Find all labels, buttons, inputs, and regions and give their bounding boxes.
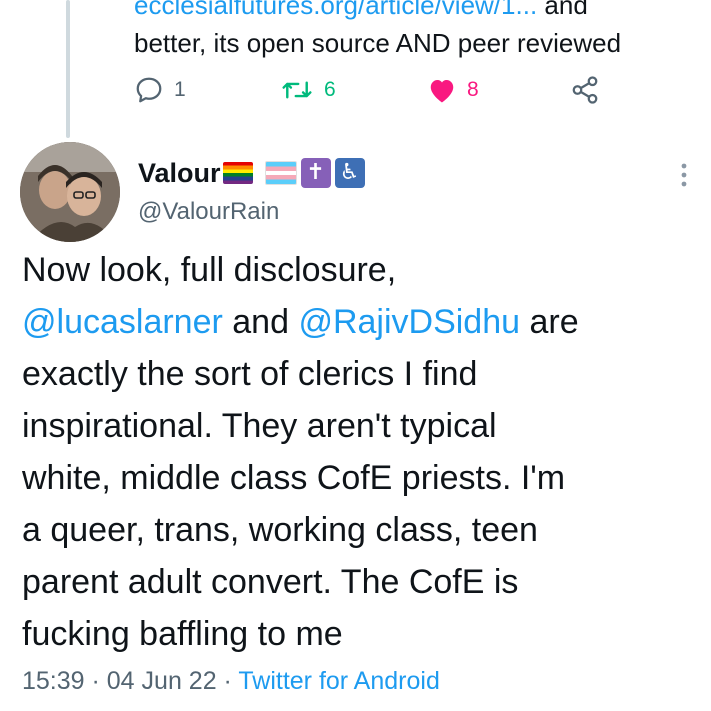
- reply-button[interactable]: 1: [134, 70, 186, 110]
- tweet-line: parent adult convert. The CofE is: [22, 563, 519, 601]
- wheelchair-icon: ♿: [334, 158, 365, 188]
- mention-lucaslarner[interactable]: @lucaslarner: [22, 303, 223, 341]
- previous-tweet-line-1: ecclesialfutures.org/article/view/1... a…: [134, 0, 694, 24]
- retweet-count: 6: [324, 78, 336, 101]
- reply-count: 1: [174, 78, 186, 101]
- retweet-icon: [282, 81, 312, 99]
- mention-rajivdsidhu[interactable]: @RajivDSidhu: [298, 303, 520, 341]
- rainbow-flag-icon: [222, 162, 253, 184]
- latin-cross-icon: ✝: [300, 158, 331, 188]
- author-name-row: Valour ✝ ♿: [138, 155, 365, 191]
- more-icon[interactable]: [676, 160, 692, 190]
- heart-icon: [430, 80, 454, 103]
- avatar-photo: [20, 142, 120, 242]
- thread-line: [66, 0, 70, 138]
- trans-flag-icon: [264, 161, 297, 185]
- tweet-date[interactable]: 04 Jun 22: [107, 667, 217, 695]
- article-link[interactable]: ecclesialfutures.org/article/view/1...: [134, 0, 537, 20]
- previous-tweet-actions: 1 6 8: [134, 70, 614, 110]
- previous-tweet-text-fragment: and: [537, 0, 588, 20]
- share-button[interactable]: [570, 70, 600, 110]
- tweet-text-fragment: and: [222, 303, 299, 341]
- tweet-line: exactly the sort of clerics I find: [22, 355, 478, 393]
- tweet-thread: ecclesialfutures.org/article/view/1... a…: [0, 0, 711, 711]
- share-icon: [572, 76, 598, 104]
- previous-tweet-text: ecclesialfutures.org/article/view/1... a…: [134, 0, 694, 62]
- tweet-text-fragment: are: [520, 303, 579, 341]
- avatar[interactable]: [20, 142, 120, 242]
- tweet-line: @lucaslarner and @RajivDSidhu are: [22, 296, 692, 348]
- tweet-meta: 15:39 · 04 Jun 22 · Twitter for Android: [22, 667, 440, 696]
- author-handle[interactable]: @ValourRain: [138, 198, 279, 226]
- reply-icon: [136, 77, 162, 103]
- like-button[interactable]: 8: [427, 70, 479, 110]
- tweet-line: inspirational. They aren't typical: [22, 407, 497, 445]
- previous-tweet-line-2: better, its open source AND peer reviewe…: [134, 28, 622, 58]
- tweet-time[interactable]: 15:39: [22, 667, 85, 695]
- meta-separator: ·: [216, 667, 239, 695]
- tweet-source[interactable]: Twitter for Android: [238, 667, 439, 695]
- display-name[interactable]: Valour: [138, 158, 221, 189]
- retweet-button[interactable]: 6: [280, 70, 336, 110]
- tweet-line: Now look, full disclosure,: [22, 251, 397, 289]
- meta-separator: ·: [84, 667, 107, 695]
- tweet-line: fucking baffling to me: [22, 615, 343, 653]
- tweet-line: white, middle class CofE priests. I'm: [22, 459, 566, 497]
- like-count: 8: [467, 78, 479, 101]
- tweet-text: Now look, full disclosure, @lucaslarner …: [22, 244, 692, 660]
- tweet-line: a queer, trans, working class, teen: [22, 511, 538, 549]
